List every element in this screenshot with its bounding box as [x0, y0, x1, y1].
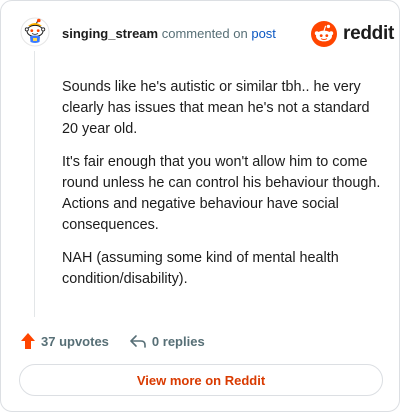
- user-avatar[interactable]: [20, 17, 50, 47]
- comment-footer: 37 upvotes 0 replies: [20, 331, 205, 351]
- snoo-avatar-icon: [20, 17, 50, 47]
- action-text: commented on: [161, 26, 248, 41]
- view-more-button[interactable]: View more on Reddit: [19, 364, 383, 396]
- comment-header: singing_stream commented on post: [62, 26, 276, 42]
- upvote-count: 37 upvotes: [41, 333, 109, 349]
- reddit-wordmark: reddit: [343, 23, 394, 44]
- arrow-up-icon: [21, 333, 35, 349]
- comment-paragraph: It's fair enough that you won't allow hi…: [62, 154, 381, 233]
- reply-arrow-icon: [130, 335, 146, 348]
- thread-line: [34, 51, 35, 317]
- reply-count: 0 replies: [151, 333, 205, 349]
- reddit-snoo-icon: [311, 21, 337, 47]
- username-link[interactable]: singing_stream: [62, 26, 158, 41]
- comment-body: Sounds like he's autistic or similar tbh…: [62, 77, 382, 302]
- comment-paragraph: NAH (assuming some kind of mental health…: [62, 250, 339, 287]
- comment-embed-card: singing_stream commented on post reddit …: [0, 0, 400, 412]
- comment-paragraph: Sounds like he's autistic or similar tbh…: [62, 79, 370, 137]
- reddit-logo[interactable]: reddit: [311, 21, 394, 47]
- replies-button[interactable]: 0 replies: [129, 333, 205, 349]
- post-link[interactable]: post: [251, 26, 276, 41]
- upvote-button[interactable]: 37 upvotes: [20, 332, 109, 350]
